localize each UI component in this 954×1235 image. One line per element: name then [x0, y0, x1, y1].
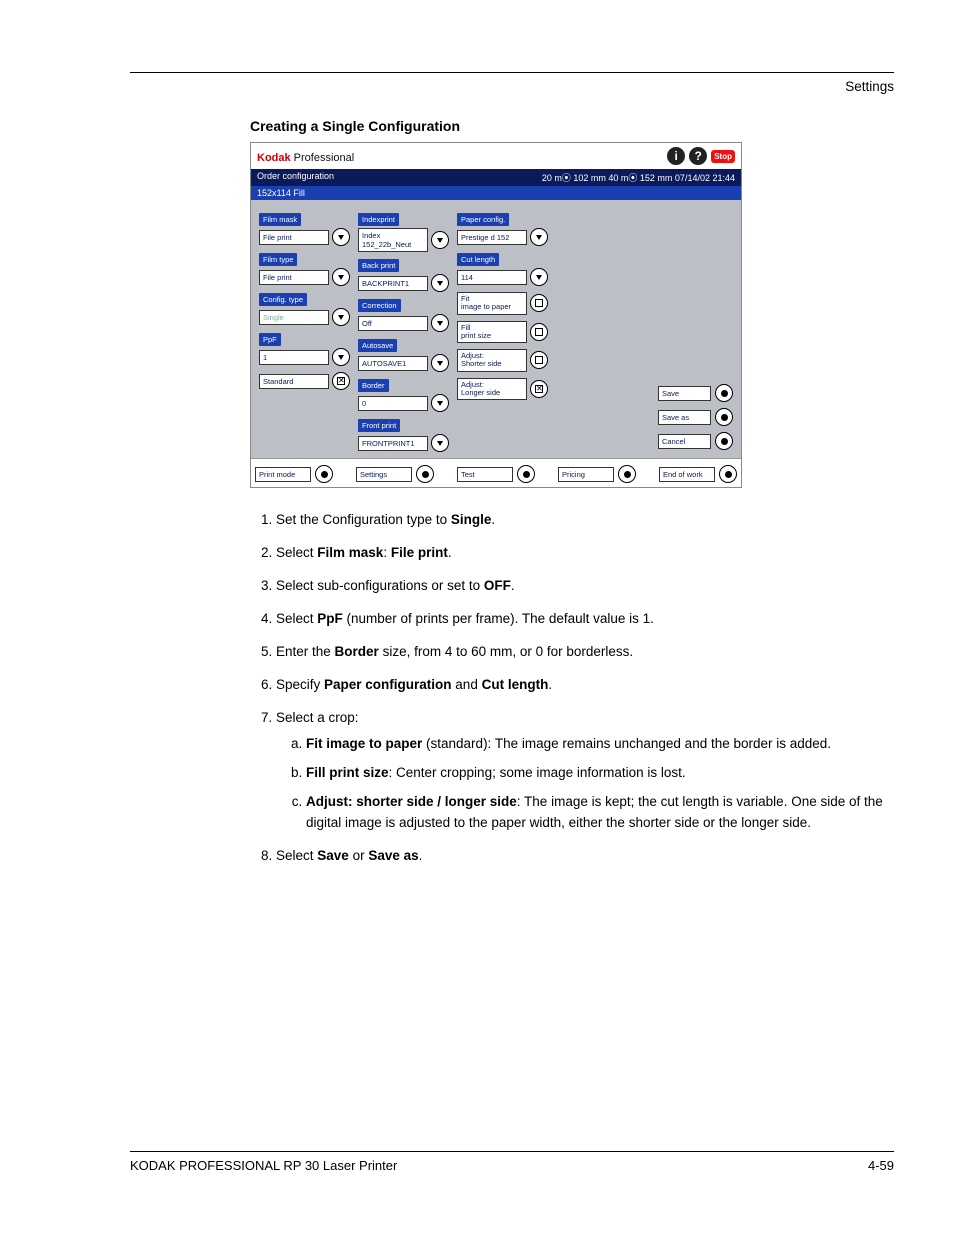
field-value[interactable]: 1: [259, 350, 329, 365]
control-icon[interactable]: [416, 465, 434, 483]
nav-button[interactable]: Print mode: [255, 467, 311, 482]
app-titlebar: Kodak Professional i ? Stop: [251, 143, 741, 169]
field-value[interactable]: Off: [358, 316, 428, 331]
instruction-item: Select Film mask: File print.: [276, 543, 894, 564]
field-label: Config. type: [259, 293, 307, 306]
instruction-subitem: Fill print size: Center cropping; some i…: [306, 763, 894, 784]
field-value[interactable]: BACKPRINT1: [358, 276, 428, 291]
instruction-subitem: Adjust: shorter side / longer side: The …: [306, 792, 894, 834]
field-label: Indexprint: [358, 213, 399, 226]
header-rule: [130, 72, 894, 73]
header-label: Settings: [130, 79, 894, 94]
instruction-item: Select Save or Save as.: [276, 846, 894, 867]
screen-title: Order configuration: [257, 171, 334, 184]
control-icon[interactable]: [431, 231, 449, 249]
control-icon[interactable]: [530, 268, 548, 286]
field-label: Correction: [358, 299, 401, 312]
nav-button[interactable]: Settings: [356, 467, 412, 482]
control-icon[interactable]: [431, 434, 449, 452]
field-label: Cut length: [457, 253, 499, 266]
brand-logo: Kodak Professional: [257, 149, 354, 164]
field-label: Back print: [358, 259, 399, 272]
control-icon[interactable]: [431, 354, 449, 372]
control-icon[interactable]: [719, 465, 737, 483]
control-icon[interactable]: [530, 228, 548, 246]
instruction-list: Set the Configuration type to Single. Sel…: [250, 510, 894, 867]
status-bar: Order configuration 20 m⦿ 102 mm 40 m⦿ 1…: [251, 169, 741, 186]
field-label: Front print: [358, 419, 400, 432]
instruction-item: Set the Configuration type to Single.: [276, 510, 894, 531]
field-label: Autosave: [358, 339, 397, 352]
screenshot-panel: Kodak Professional i ? Stop Order config…: [250, 142, 742, 488]
control-icon[interactable]: [332, 308, 350, 326]
footer-page: 4-59: [868, 1158, 894, 1173]
field-value[interactable]: Adjust:Shorter side: [457, 349, 527, 372]
control-icon[interactable]: [715, 408, 733, 426]
nav-button[interactable]: Test: [457, 467, 513, 482]
field-label: Border: [358, 379, 389, 392]
instruction-item: Specify Paper configuration and Cut leng…: [276, 675, 894, 696]
control-icon[interactable]: [332, 348, 350, 366]
control-icon[interactable]: [332, 268, 350, 286]
instruction-item: Select sub-configurations or set to OFF.: [276, 576, 894, 597]
field-value[interactable]: Prestige d 152: [457, 230, 527, 245]
control-icon[interactable]: [530, 323, 548, 341]
control-icon[interactable]: ✕: [332, 372, 350, 390]
footer-rule: [130, 1151, 894, 1152]
field-label: PpF: [259, 333, 281, 346]
instruction-item: Enter the Border size, from 4 to 60 mm, …: [276, 642, 894, 663]
control-icon[interactable]: [517, 465, 535, 483]
field-value[interactable]: FRONTPRINT1: [358, 436, 428, 451]
nav-button[interactable]: Pricing: [558, 467, 614, 482]
field-value[interactable]: 114: [457, 270, 527, 285]
control-icon[interactable]: [431, 274, 449, 292]
control-icon[interactable]: [715, 432, 733, 450]
info-icon[interactable]: i: [667, 147, 685, 165]
control-icon[interactable]: [431, 394, 449, 412]
action-button[interactable]: Cancel: [658, 434, 711, 449]
field-value[interactable]: AUTOSAVE1: [358, 356, 428, 371]
field-value[interactable]: Single: [259, 310, 329, 325]
config-name-bar: 152x114 Fill: [251, 186, 741, 200]
control-icon[interactable]: [431, 314, 449, 332]
control-icon[interactable]: [618, 465, 636, 483]
control-icon[interactable]: [715, 384, 733, 402]
field-label: Film type: [259, 253, 297, 266]
control-icon[interactable]: ✕: [530, 380, 548, 398]
control-icon[interactable]: [332, 228, 350, 246]
field-value[interactable]: File print: [259, 230, 329, 245]
field-value[interactable]: Standard: [259, 374, 329, 389]
control-icon[interactable]: [315, 465, 333, 483]
field-value[interactable]: 0: [358, 396, 428, 411]
action-button[interactable]: Save as: [658, 410, 711, 425]
help-icon[interactable]: ?: [689, 147, 707, 165]
field-label: Film mask: [259, 213, 301, 226]
bottom-nav: Print mode Settings Test Pricing End of work: [251, 458, 741, 487]
instruction-subitem: Fit image to paper (standard): The image…: [306, 734, 894, 755]
field-value[interactable]: Fillprint size: [457, 321, 527, 344]
status-right: 20 m⦿ 102 mm 40 m⦿ 152 mm 07/14/02 21:44: [542, 171, 735, 184]
instruction-item: Select PpF (number of prints per frame).…: [276, 609, 894, 630]
nav-button[interactable]: End of work: [659, 467, 715, 482]
field-label: Paper config.: [457, 213, 509, 226]
control-icon[interactable]: [530, 294, 548, 312]
stop-button[interactable]: Stop: [711, 150, 735, 163]
field-value[interactable]: Adjust:Longer side: [457, 378, 527, 401]
footer-product: KODAK PROFESSIONAL RP 30 Laser Printer: [130, 1158, 397, 1173]
control-icon[interactable]: [530, 351, 548, 369]
instruction-item: Select a crop:Fit image to paper (standa…: [276, 708, 894, 835]
action-button[interactable]: Save: [658, 386, 711, 401]
section-title: Creating a Single Configuration: [250, 118, 894, 134]
field-value[interactable]: Index 152_22b_Neut: [358, 228, 428, 252]
field-value[interactable]: File print: [259, 270, 329, 285]
field-value[interactable]: Fitimage to paper: [457, 292, 527, 315]
